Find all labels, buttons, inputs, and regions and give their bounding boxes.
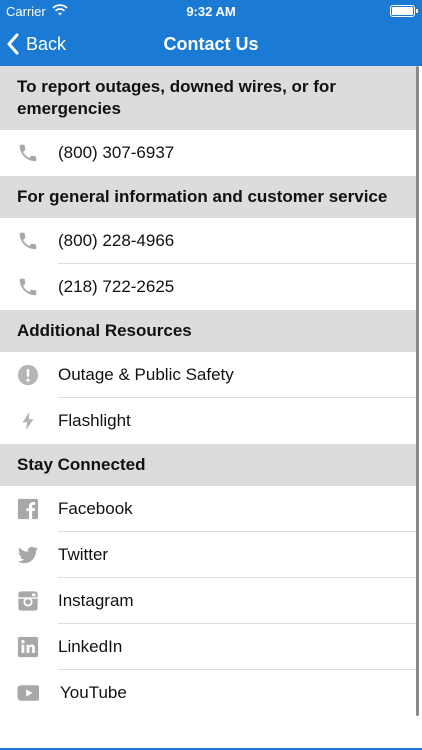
social-row-instagram[interactable]: Instagram bbox=[0, 578, 416, 624]
contact-list: To report outages, downed wires, or for … bbox=[0, 66, 416, 716]
phone-row-outages[interactable]: (800) 307-6937 bbox=[0, 130, 416, 176]
phone-number: (800) 307-6937 bbox=[58, 143, 175, 162]
status-time: 9:32 AM bbox=[186, 4, 236, 19]
section-header-resources: Additional Resources bbox=[0, 310, 416, 352]
linkedin-icon bbox=[17, 636, 39, 658]
resource-row-flashlight[interactable]: Flashlight bbox=[0, 398, 416, 444]
instagram-icon bbox=[18, 591, 38, 611]
status-bar: Carrier 9:32 AM bbox=[0, 0, 422, 22]
twitter-icon bbox=[17, 546, 39, 564]
social-label: Facebook bbox=[58, 499, 133, 518]
resource-label: Flashlight bbox=[58, 411, 131, 430]
resource-row-outage-safety[interactable]: Outage & Public Safety bbox=[0, 352, 416, 398]
social-label: Twitter bbox=[58, 545, 109, 564]
battery-icon bbox=[390, 5, 418, 17]
phone-icon bbox=[19, 144, 37, 162]
phone-icon bbox=[19, 278, 37, 296]
social-row-twitter[interactable]: Twitter bbox=[0, 532, 416, 578]
section-header-stay-connected: Stay Connected bbox=[0, 444, 416, 486]
social-row-linkedin[interactable]: LinkedIn bbox=[0, 624, 416, 670]
page-title: Contact Us bbox=[163, 34, 259, 54]
social-row-youtube[interactable]: YouTube bbox=[0, 670, 416, 716]
phone-number: (800) 228-4966 bbox=[58, 231, 175, 250]
social-label: LinkedIn bbox=[58, 637, 123, 656]
alert-icon bbox=[17, 364, 39, 386]
social-row-facebook[interactable]: Facebook bbox=[0, 486, 416, 532]
phone-icon bbox=[19, 232, 37, 250]
section-header-emergencies: To report outages, downed wires, or for … bbox=[0, 66, 416, 130]
phone-number: (218) 722-2625 bbox=[58, 277, 175, 296]
social-label: YouTube bbox=[60, 683, 127, 702]
top-bar: Carrier 9:32 AM Back Contact Us bbox=[0, 0, 422, 66]
section-header-customer-service: For general information and customer ser… bbox=[0, 176, 416, 218]
scrollbar[interactable] bbox=[416, 66, 419, 716]
nav-bar: Back Contact Us bbox=[0, 22, 422, 66]
facebook-icon bbox=[17, 498, 39, 520]
phone-row-local[interactable]: (218) 722-2625 bbox=[0, 264, 416, 310]
lightning-icon bbox=[22, 411, 34, 431]
youtube-icon bbox=[17, 685, 39, 701]
phone-row-general[interactable]: (800) 228-4966 bbox=[0, 218, 416, 264]
resource-label: Outage & Public Safety bbox=[58, 365, 234, 384]
social-label: Instagram bbox=[58, 591, 134, 610]
